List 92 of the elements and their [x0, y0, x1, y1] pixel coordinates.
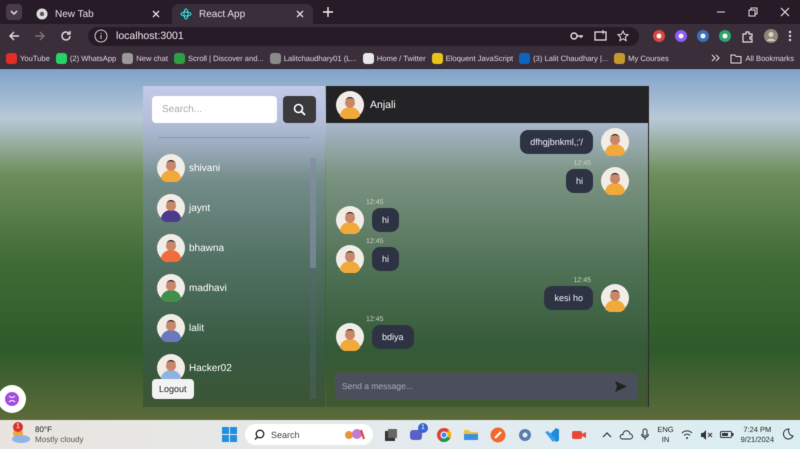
favicon-icon	[270, 52, 281, 64]
contact-name: shivani	[189, 162, 220, 174]
pen-app-icon[interactable]	[490, 426, 506, 442]
message-bubble: kesi ho	[544, 286, 593, 310]
message-field[interactable]: Send a message...	[335, 373, 638, 399]
double-chevron-icon[interactable]	[711, 54, 720, 62]
tab-title: React App	[199, 8, 246, 20]
avatar-icon	[157, 234, 185, 262]
extension-icon[interactable]	[653, 30, 665, 42]
contact-name: madhavi	[189, 282, 227, 294]
close-icon[interactable]	[295, 9, 305, 19]
favicon-icon	[614, 52, 626, 64]
favicon-icon	[362, 52, 374, 64]
message-bubble: dfhgjbnkml,;'/	[520, 130, 593, 154]
profile-avatar-icon[interactable]	[764, 29, 778, 43]
speaker-muted-icon[interactable]	[700, 428, 713, 440]
message-bubble: hi	[566, 169, 593, 193]
microphone-icon[interactable]	[640, 428, 650, 441]
scrollbar[interactable]	[310, 158, 316, 399]
cloud-icon[interactable]	[619, 428, 634, 440]
restore-icon[interactable]	[748, 7, 758, 17]
message-bubble: bdiya	[372, 325, 414, 349]
contact-name: Anjali	[370, 98, 396, 110]
avatar-icon	[336, 323, 364, 351]
reload-icon[interactable]	[60, 30, 72, 42]
wifi-icon[interactable]	[680, 429, 693, 440]
info-icon[interactable]	[94, 29, 108, 43]
browser-tab[interactable]: New Tab	[28, 4, 169, 24]
menu-dots-icon[interactable]	[788, 30, 792, 42]
browser-icon[interactable]	[436, 426, 452, 442]
search-button[interactable]	[283, 96, 316, 123]
floating-assistant-icon[interactable]	[0, 385, 26, 413]
task-view-icon[interactable]	[384, 428, 398, 442]
folder-icon	[730, 52, 742, 64]
contact-name: bhawna	[189, 242, 224, 254]
favicon-icon	[6, 52, 17, 64]
message-bubble: hi	[372, 247, 400, 271]
avatar-icon	[336, 206, 364, 234]
contact-item[interactable]: madhavi	[152, 274, 310, 302]
url-text: localhost:3001	[116, 30, 184, 42]
message-bubble: hi	[372, 208, 400, 232]
close-icon[interactable]	[780, 7, 790, 17]
contact-item[interactable]: bhawna	[152, 234, 310, 262]
back-arrow-icon[interactable]	[8, 30, 20, 42]
search-label: Search	[271, 430, 301, 440]
avatar-icon	[157, 274, 185, 302]
favicon-icon	[519, 52, 530, 64]
plus-icon[interactable]	[322, 6, 334, 18]
tab-title: New Tab	[55, 8, 95, 20]
close-icon[interactable]	[151, 9, 161, 19]
search-field[interactable]: Search...	[152, 96, 277, 123]
contact-name: Hacker02	[189, 362, 232, 374]
chevron-down-icon[interactable]	[6, 4, 22, 20]
puzzle-icon[interactable]	[741, 30, 754, 42]
taskbar-search[interactable]: Search	[245, 424, 373, 445]
favicon-icon	[174, 52, 185, 64]
favicon-icon	[432, 52, 443, 64]
search-icon	[293, 103, 306, 116]
install-icon[interactable]	[594, 30, 607, 42]
windows-logo-icon[interactable]	[222, 427, 237, 442]
logout-button[interactable]: Logout	[152, 379, 194, 399]
favicon-icon	[122, 52, 134, 64]
forward-arrow-icon[interactable]	[34, 30, 46, 42]
contact-item[interactable]: jaynt	[152, 194, 310, 222]
contact-name: jaynt	[189, 202, 210, 214]
favicon-icon	[56, 52, 67, 64]
key-icon[interactable]	[570, 30, 584, 42]
avatar-icon	[601, 128, 629, 156]
temperature: 80°F	[35, 424, 53, 434]
address-bar[interactable]: localhost:3001	[88, 26, 639, 46]
avatar-icon	[157, 314, 185, 342]
search-icon	[254, 429, 265, 440]
moon-icon[interactable]	[781, 428, 794, 441]
avatar-icon	[336, 90, 364, 118]
code-editor-icon[interactable]	[544, 426, 560, 442]
atom-icon	[180, 8, 192, 20]
contact-name: lalit	[189, 322, 204, 334]
battery-icon[interactable]	[720, 429, 734, 440]
extension-icon[interactable]	[719, 30, 731, 42]
extension-icon[interactable]	[675, 30, 687, 42]
avatar-icon	[157, 154, 185, 182]
browser-tab[interactable]: React App	[172, 4, 313, 24]
decoration-icon	[344, 428, 366, 441]
avatar-icon	[157, 194, 185, 222]
contact-item[interactable]: lalit	[152, 314, 310, 342]
star-icon[interactable]	[617, 30, 629, 42]
avatar-icon	[336, 245, 364, 273]
avatar-icon	[601, 284, 629, 312]
chevron-up-icon[interactable]	[602, 430, 612, 438]
extension-icon[interactable]	[697, 30, 709, 42]
avatar-icon	[601, 167, 629, 195]
weather-condition: Mostly cloudy	[35, 434, 84, 444]
